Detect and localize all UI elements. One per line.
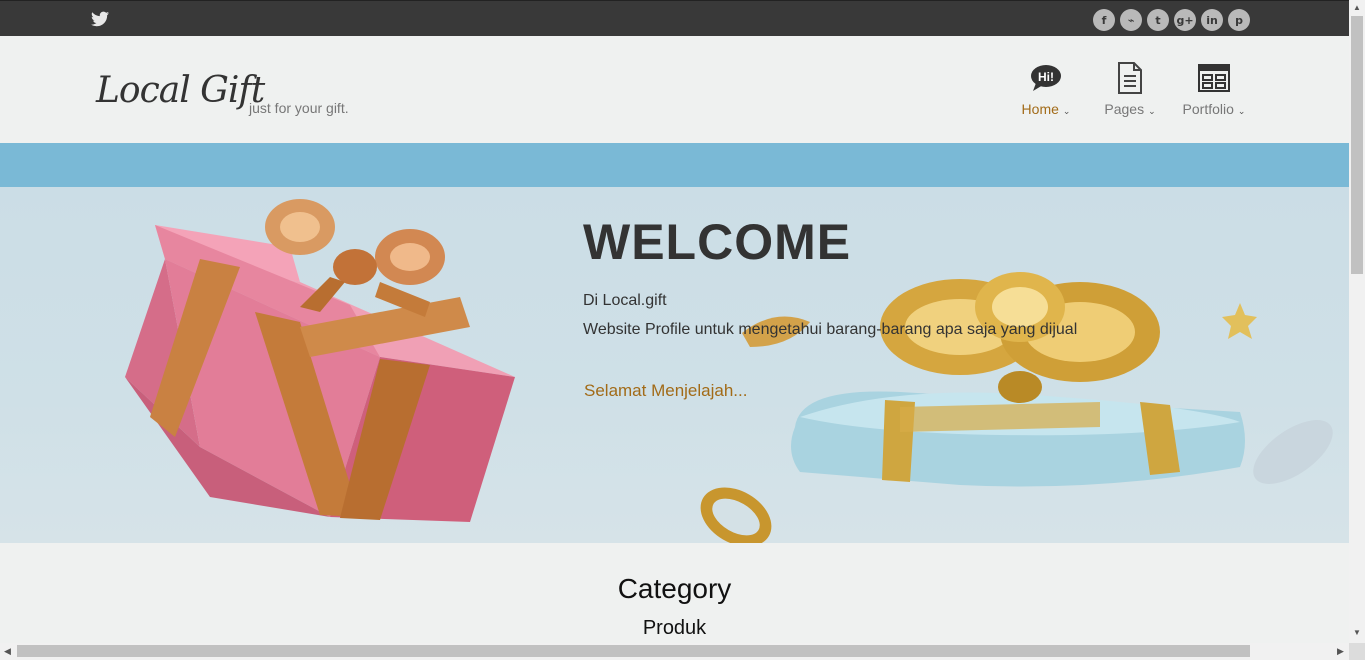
vertical-scroll-thumb[interactable] bbox=[1351, 16, 1363, 274]
google-plus-icon[interactable]: g+ bbox=[1174, 9, 1196, 31]
pinterest-icon[interactable]: p bbox=[1228, 9, 1250, 31]
scrollbar-corner bbox=[1349, 643, 1365, 660]
silver-disc bbox=[1253, 420, 1333, 484]
horizontal-scrollbar[interactable]: ◀ ▶ bbox=[0, 643, 1349, 660]
pink-gift-box bbox=[125, 225, 515, 522]
category-subtitle: Produk bbox=[642, 617, 707, 639]
twitter-icon[interactable]: t bbox=[1147, 9, 1169, 31]
top-bar: f ⌁ t g+ in p bbox=[0, 0, 1349, 36]
twitter-icon[interactable] bbox=[91, 11, 109, 27]
site-header: Local Gift just for your gift. Hi! Home ⌄ bbox=[0, 36, 1349, 143]
document-icon bbox=[1117, 62, 1143, 94]
hero-cta-link[interactable]: Selamat Menjelajah... bbox=[584, 381, 747, 401]
chevron-down-icon: ⌄ bbox=[1148, 106, 1156, 116]
social-links: f ⌁ t g+ in p bbox=[1093, 9, 1250, 31]
gold-ring bbox=[700, 487, 772, 543]
vertical-scrollbar[interactable]: ▲ ▼ bbox=[1349, 0, 1365, 643]
nav-label-home[interactable]: Home ⌄ bbox=[1022, 101, 1071, 117]
chevron-down-icon: ⌄ bbox=[1237, 106, 1246, 116]
nav-item-portfolio[interactable]: Portfolio ⌄ bbox=[1172, 62, 1256, 117]
hero-line-1: Di Local.gift bbox=[583, 292, 667, 309]
header-strip bbox=[0, 143, 1349, 187]
nav-item-home[interactable]: Hi! Home ⌄ bbox=[1004, 62, 1088, 117]
facebook-icon[interactable]: f bbox=[1093, 9, 1115, 31]
speech-bubble-icon: Hi! bbox=[1030, 62, 1062, 94]
scroll-left-icon[interactable]: ◀ bbox=[4, 646, 11, 657]
portfolio-grid-icon bbox=[1198, 62, 1230, 94]
site-logo[interactable]: Local Gift bbox=[96, 70, 265, 111]
hero-line-2: Website Profile untuk mengetahui barang-… bbox=[583, 321, 1078, 338]
hero-banner: WELCOME Di Local.gift Website Profile un… bbox=[0, 187, 1349, 543]
scroll-up-icon[interactable]: ▲ bbox=[1353, 3, 1361, 12]
nav-label-pages[interactable]: Pages ⌄ bbox=[1104, 101, 1155, 117]
site-tagline: just for your gift. bbox=[249, 100, 349, 116]
linkedin-icon[interactable]: in bbox=[1201, 9, 1223, 31]
star-decoration bbox=[1222, 303, 1257, 339]
nav-item-pages[interactable]: Pages ⌄ bbox=[1088, 62, 1172, 117]
hi-badge-text: Hi! bbox=[1038, 70, 1054, 84]
rss-icon[interactable]: ⌁ bbox=[1120, 9, 1142, 31]
scroll-right-icon[interactable]: ▶ bbox=[1337, 646, 1344, 657]
blue-gift-box bbox=[791, 391, 1245, 487]
nav-label-portfolio[interactable]: Portfolio ⌄ bbox=[1183, 101, 1246, 117]
main-nav: Hi! Home ⌄ Pages ⌄ Portfolio ⌄ bbox=[1004, 62, 1256, 117]
horizontal-scroll-thumb[interactable] bbox=[17, 645, 1250, 657]
category-title: Category bbox=[617, 573, 732, 604]
hero-title: WELCOME bbox=[583, 214, 852, 270]
scroll-down-icon[interactable]: ▼ bbox=[1353, 628, 1361, 637]
chevron-down-icon: ⌄ bbox=[1062, 106, 1071, 116]
